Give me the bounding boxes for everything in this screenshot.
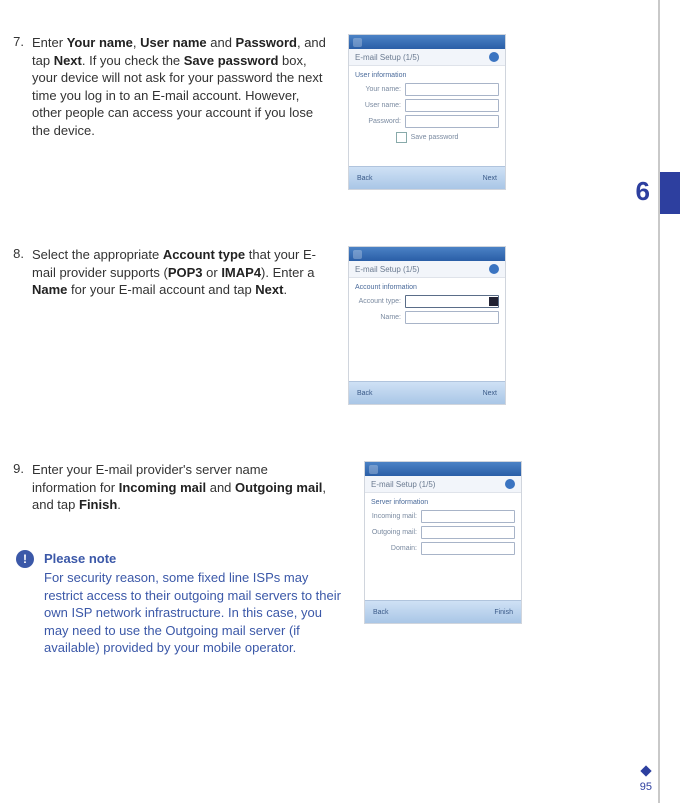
screenshot-step-8: E-mail Setup (1/5) Account information A… (348, 246, 506, 405)
shot9-label-domain: Domain: (371, 545, 417, 552)
shot7-section: User information (355, 72, 499, 79)
info-icon (489, 264, 499, 274)
shot8-select-accounttype (405, 295, 499, 308)
step-7-row: 7. Enter Your name, User name and Passwo… (10, 34, 650, 190)
shot-subtitle: E-mail Setup (1/5) (371, 480, 435, 489)
window-icon (369, 465, 378, 474)
note-body: For security reason, some fixed line ISP… (44, 569, 346, 657)
shot7-input-password (405, 115, 499, 128)
screenshot-step-9: E-mail Setup (1/5) Server information In… (364, 461, 522, 624)
shot7-label-password: Password: (355, 118, 401, 125)
step-8-row: 8. Select the appropriate Account type t… (10, 246, 650, 405)
step-9-text: Enter your E-mail provider's server name… (32, 461, 330, 514)
step-9-number: 9. (10, 461, 24, 476)
info-icon (505, 479, 515, 489)
shot7-input-yourname (405, 83, 499, 96)
screenshot-step-7: E-mail Setup (1/5) User information Your… (348, 34, 506, 190)
shot7-input-username (405, 99, 499, 112)
chapter-number: 6 (636, 176, 650, 207)
step-9-row: 9. Enter your E-mail provider's server n… (10, 461, 650, 657)
shot8-next-btn: Next (483, 390, 497, 397)
step-7-text: Enter Your name, User name and Password,… (32, 34, 330, 139)
step-8-number: 8. (10, 246, 24, 261)
page-diamond-icon (640, 765, 651, 776)
right-divider-line (658, 0, 660, 803)
shot9-input-domain (421, 542, 515, 555)
shot8-section: Account information (355, 284, 499, 291)
window-icon (353, 250, 362, 259)
shot-subtitle: E-mail Setup (1/5) (355, 265, 419, 274)
note-title: Please note (44, 550, 346, 568)
info-icon (489, 52, 499, 62)
note-icon: ! (16, 550, 34, 568)
shot8-back-btn: Back (357, 390, 373, 397)
shot7-label-yourname: Your name: (355, 86, 401, 93)
shot7-next-btn: Next (483, 175, 497, 182)
shot8-label-accounttype: Account type: (355, 298, 401, 305)
step-7-number: 7. (10, 34, 24, 49)
shot9-finish-btn: Finish (494, 609, 513, 616)
shot9-section: Server information (371, 499, 515, 506)
shot7-back-btn: Back (357, 175, 373, 182)
shot7-label-username: User name: (355, 102, 401, 109)
shot9-input-outgoing (421, 526, 515, 539)
shot9-label-incoming: Incoming mail: (371, 513, 417, 520)
page-number: 95 (640, 781, 652, 793)
shot8-input-name (405, 311, 499, 324)
step-8-text: Select the appropriate Account type that… (32, 246, 330, 299)
shot9-input-incoming (421, 510, 515, 523)
window-icon (353, 38, 362, 47)
shot9-back-btn: Back (373, 609, 389, 616)
chapter-tab (660, 172, 680, 214)
save-password-checkbox (396, 132, 407, 143)
save-password-label: Save password (411, 134, 459, 141)
shot8-label-name: Name: (355, 314, 401, 321)
note-block: ! Please note For security reason, some … (10, 550, 346, 657)
shot9-label-outgoing: Outgoing mail: (371, 529, 417, 536)
shot-subtitle: E-mail Setup (1/5) (355, 53, 419, 62)
